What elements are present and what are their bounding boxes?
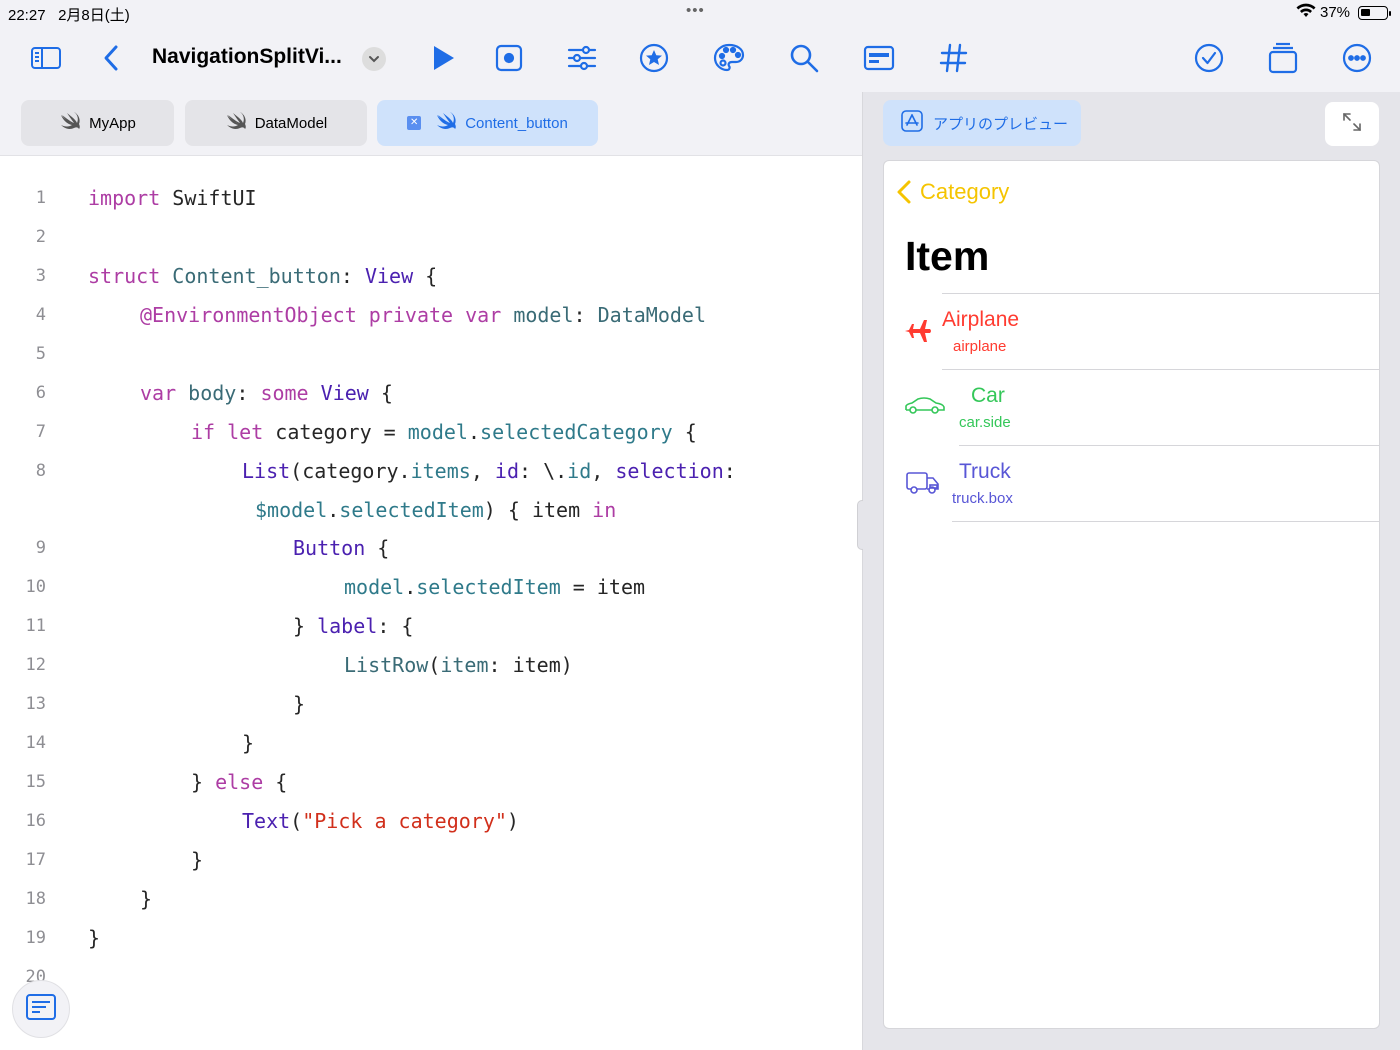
truck-icon: [906, 470, 940, 501]
star-circle-icon[interactable]: [636, 40, 672, 76]
list-item-truck[interactable]: Truck truck.box: [884, 446, 1379, 522]
separator: [952, 521, 1379, 522]
item-title: Car: [971, 384, 1005, 407]
line-number: 9: [35, 538, 46, 558]
checkmark-circle-icon[interactable]: [1191, 40, 1227, 76]
item-subtitle: airplane: [953, 338, 1007, 355]
swift-icon: [59, 112, 81, 134]
file-tab-bar: MyApp DataModel ✕ Content_button: [0, 92, 862, 156]
car-icon: [904, 396, 946, 421]
line-number: 16: [25, 811, 46, 831]
chevron-left-icon: [897, 180, 911, 204]
windows-stack-icon[interactable]: [1265, 40, 1301, 76]
line-number: 8: [35, 461, 46, 481]
wifi-icon: [1296, 3, 1316, 24]
palette-icon[interactable]: [711, 40, 747, 76]
close-tab-icon[interactable]: ✕: [407, 116, 422, 130]
more-ellipsis-icon[interactable]: [1339, 40, 1375, 76]
line-number: 3: [35, 266, 46, 286]
tab-label: Content_button: [465, 114, 568, 132]
line-number: 10: [25, 577, 46, 597]
line-number: 2: [35, 227, 46, 247]
list-item-car[interactable]: Car car.side: [884, 370, 1379, 446]
status-bar: 22:27 2月8日(土) ••• 37%: [0, 0, 1400, 26]
document-title[interactable]: NavigationSplitVi...: [152, 45, 342, 69]
search-icon[interactable]: [786, 40, 822, 76]
back-button[interactable]: Category: [896, 179, 1009, 205]
app-preview-button[interactable]: アプリのプレビュー: [883, 100, 1081, 146]
tab-datamodel[interactable]: DataModel: [185, 100, 367, 146]
line-number: 12: [25, 655, 46, 675]
line-number: 4: [35, 305, 46, 325]
stop-record-icon[interactable]: [491, 40, 527, 76]
keyboard-panel-icon[interactable]: [861, 40, 897, 76]
sidebar-toggle-icon[interactable]: [28, 40, 64, 76]
expand-arrows-icon: [1341, 111, 1363, 138]
expand-button[interactable]: [1325, 102, 1379, 146]
code-editor-pane: MyApp DataModel ✕ Content_button 1 2 3 4…: [0, 92, 862, 1050]
line-number: 1: [35, 188, 46, 208]
play-icon[interactable]: [424, 40, 460, 76]
tab-label: DataModel: [254, 114, 328, 132]
preview-device: Category Item Airplane airplane Car car.…: [883, 160, 1380, 1029]
battery-icon: [1358, 6, 1391, 20]
airplane-icon: [904, 318, 932, 349]
list-item-airplane[interactable]: Airplane airplane: [884, 294, 1379, 370]
document-outline-button[interactable]: [12, 980, 70, 1038]
item-title: Truck: [959, 460, 1011, 483]
tab-content-button[interactable]: ✕ Content_button: [377, 100, 598, 146]
app-preview-label: アプリのプレビュー: [933, 115, 1069, 133]
sliders-icon[interactable]: [564, 40, 600, 76]
item-subtitle: car.side: [959, 414, 1011, 431]
line-number: 11: [25, 616, 46, 636]
tab-myapp[interactable]: MyApp: [21, 100, 174, 146]
line-number: 13: [25, 694, 46, 714]
item-subtitle: truck.box: [952, 490, 1013, 507]
number-sign-icon[interactable]: [936, 40, 972, 76]
line-number: 5: [35, 344, 46, 364]
status-time: 22:27 2月8日(土): [8, 7, 130, 24]
battery-percent: 37%: [1320, 4, 1351, 21]
multitasking-dots[interactable]: •••: [686, 2, 705, 19]
app-store-icon: [901, 110, 923, 136]
back-label: Category: [920, 179, 1010, 204]
line-number: 17: [25, 850, 46, 870]
status-date: 2月8日(土): [58, 7, 130, 24]
line-number: 18: [25, 889, 46, 909]
swift-icon: [225, 112, 247, 134]
toolbar: NavigationSplitVi...: [0, 26, 1400, 92]
tab-label: MyApp: [89, 114, 136, 132]
item-title: Airplane: [942, 308, 1020, 331]
preview-pane: アプリのプレビュー Category Item Airplane airplan…: [863, 92, 1400, 1050]
navigation-title: Item: [905, 233, 990, 279]
line-number: 19: [25, 928, 46, 948]
swift-icon: [435, 112, 457, 134]
line-number: 14: [25, 733, 46, 753]
back-chevron-icon[interactable]: [94, 40, 130, 76]
line-number: 15: [25, 772, 46, 792]
line-number: 6: [35, 383, 46, 403]
line-number: 7: [35, 422, 46, 442]
chevron-down-icon[interactable]: [362, 47, 386, 71]
text-outline-icon: [26, 993, 56, 1025]
